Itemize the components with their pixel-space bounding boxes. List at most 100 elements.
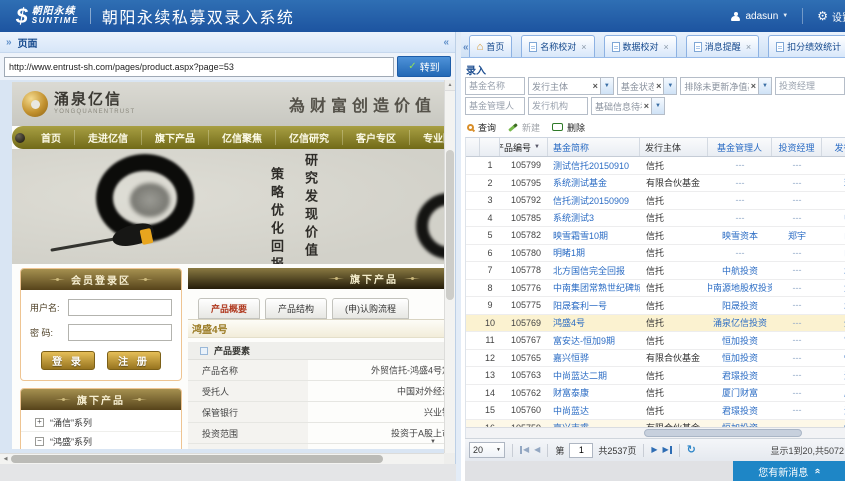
fund-name-link[interactable]: 中南集团常熟世纪碑城 (548, 280, 640, 297)
issuing-org-link[interactable]: 恒加 (822, 420, 845, 428)
fund-manager-link[interactable]: --- (708, 175, 772, 192)
exclude-nav-combo[interactable]: 排除未更新净值基金 × ▼ (680, 77, 772, 95)
fund-manager-link[interactable]: 君璟投资 (708, 402, 772, 419)
fund-manager-link[interactable]: 恒加投资 (708, 332, 772, 349)
scroll-up-icon[interactable]: ▲ (445, 80, 455, 91)
issuing-org-link[interactable]: --- (822, 157, 845, 174)
tree-item-hongsheng-series[interactable]: − “鸿盛”系列 (21, 432, 181, 449)
table-row[interactable]: 12 105765 嘉兴恒骅 有限合伙基金 恒加投资 --- 恒加 (466, 350, 845, 368)
prev-page-button[interactable]: ◀ (534, 446, 540, 454)
tab-scroll-left-icon[interactable]: « (463, 37, 469, 57)
row-select-cell[interactable] (466, 332, 480, 349)
column-fund-manager[interactable]: 基金管理人 (708, 138, 772, 156)
user-menu-button[interactable]: adasun ▼ (731, 11, 788, 22)
select-all-column[interactable] (466, 138, 480, 156)
issuing-org-link[interactable]: 山东 (822, 245, 845, 262)
issuer-subject-combo[interactable]: 发行主体 × ▼ (528, 77, 614, 95)
register-button[interactable]: 注 册 (107, 351, 161, 370)
tab-product-structure[interactable]: 产品结构 (265, 298, 327, 319)
page-number-input[interactable] (569, 443, 593, 458)
table-row[interactable]: 16 105759 嘉兴吉睿 有限合伙基金 恒加投资 --- 恒加 (466, 420, 845, 428)
table-row[interactable]: 4 105785 系统测试3 信托 --- --- 中航 (466, 210, 845, 228)
tab-message-reminder[interactable]: 消息提醒 × (686, 35, 759, 57)
table-row[interactable]: 1 105799 测试信托20150910 信托 --- --- --- (466, 157, 845, 175)
site-nav-research[interactable]: 亿信研究 (276, 130, 343, 145)
column-product-code[interactable]: 产品编号 ▼ (500, 138, 548, 156)
fund-manager-input[interactable] (465, 97, 525, 115)
delete-button[interactable]: 删除 (552, 121, 585, 134)
fund-name-link[interactable]: 系统测试基金 (548, 175, 640, 192)
investment-manager-input[interactable] (775, 77, 845, 95)
clear-icon[interactable]: × (591, 82, 600, 91)
fund-manager-link[interactable]: 恒加投资 (708, 350, 772, 367)
close-icon[interactable]: × (581, 42, 586, 52)
chevron-down-icon[interactable]: ▼ (663, 78, 676, 94)
issuing-org-link[interactable]: 渤海 (822, 402, 845, 419)
fund-name-input[interactable] (465, 77, 525, 95)
fund-name-link[interactable]: 北方国信完全回报 (548, 262, 640, 279)
issuing-org-link[interactable]: 中航 (822, 210, 845, 227)
fund-name-link[interactable]: 明睹1期 (548, 245, 640, 262)
row-select-cell[interactable] (466, 227, 480, 244)
row-select-cell[interactable] (466, 175, 480, 192)
row-select-cell[interactable] (466, 402, 480, 419)
login-button[interactable]: 登 录 (41, 351, 95, 370)
tree-expand-icon[interactable]: + (35, 418, 44, 427)
fund-manager-link[interactable]: 映雪资本 (708, 227, 772, 244)
grid-scroll-thumb[interactable] (644, 429, 802, 437)
url-input[interactable] (4, 57, 394, 77)
settings-button[interactable]: ⚙ 设置 (817, 9, 845, 24)
fund-name-link[interactable]: 财富泰康 (548, 385, 640, 402)
table-row[interactable]: 3 105792 信托测试20150909 信托 --- --- --- (466, 192, 845, 210)
issuing-org-link[interactable]: 恒加 (822, 350, 845, 367)
last-page-button[interactable]: ▶ (663, 446, 672, 454)
row-select-cell[interactable] (466, 192, 480, 209)
fund-manager-link[interactable]: --- (708, 245, 772, 262)
tab-name-check[interactable]: 名称校对 × (521, 35, 594, 57)
page-size-select[interactable]: 20 ▼ (469, 442, 505, 458)
first-page-button[interactable]: ◀ (520, 446, 529, 454)
fund-manager-link[interactable]: --- (708, 210, 772, 227)
site-nav-home[interactable]: 首页 (28, 130, 75, 145)
new-message-notification[interactable]: 您有新消息 « (733, 461, 845, 481)
vertical-scroll-thumb[interactable] (446, 150, 454, 300)
column-issuing-org[interactable]: 发行机构 (822, 138, 845, 156)
fund-manager-link[interactable]: 涌泉亿信投资 (708, 315, 772, 332)
row-select-cell[interactable] (466, 210, 480, 227)
issuing-org-link[interactable]: 爱建 (822, 280, 845, 297)
tab-data-check[interactable]: 数据校对 × (604, 35, 677, 57)
column-issuer-type[interactable]: 发行主体 (640, 138, 708, 156)
clear-icon[interactable]: × (642, 102, 651, 111)
chevron-down-icon[interactable]: ▼ (600, 78, 613, 94)
issuing-org-link[interactable]: 北方 (822, 297, 845, 314)
issuing-org-link[interactable]: 北方 (822, 262, 845, 279)
tree-collapse-icon[interactable]: − (35, 437, 44, 446)
row-select-cell[interactable] (466, 350, 480, 367)
issuing-org-link[interactable]: 渤海 (822, 367, 845, 384)
scroll-down-icon[interactable]: ▼ (430, 439, 436, 445)
column-investment-manager[interactable]: 投资经理 (772, 138, 822, 156)
tab-subscription-process[interactable]: (申)认购流程 (332, 298, 409, 319)
table-row[interactable]: 14 105762 财富泰康 信托 厦门财富 --- 厦门 (466, 385, 845, 403)
row-select-cell[interactable] (466, 157, 480, 174)
site-nav-about[interactable]: 走进亿信 (75, 130, 142, 145)
table-row[interactable]: 13 105763 中尚蓝达二期 信托 君璟投资 --- 渤海 (466, 367, 845, 385)
chevron-down-icon[interactable]: ▼ (651, 98, 664, 114)
fund-name-link[interactable]: 富安达-恒加9期 (548, 332, 640, 349)
fund-name-link[interactable]: 中尚蓝达 (548, 402, 640, 419)
fund-manager-link[interactable]: --- (708, 157, 772, 174)
site-nav-focus[interactable]: 亿信聚焦 (209, 130, 276, 145)
row-select-cell[interactable] (466, 280, 480, 297)
scroll-left-icon[interactable]: ◀ (0, 456, 11, 462)
grid-horizontal-scrollbar[interactable] (466, 427, 845, 438)
table-row[interactable]: 7 105778 北方国信完全回报 信托 中航投资 --- 北方 (466, 262, 845, 280)
fund-name-link[interactable]: 鸿盛4号 (548, 315, 640, 332)
password-field[interactable] (68, 324, 172, 341)
fund-manager-link[interactable]: 君璟投资 (708, 367, 772, 384)
fund-name-link[interactable]: 嘉兴恒骅 (548, 350, 640, 367)
site-vertical-scrollbar[interactable]: ▲ (444, 80, 455, 453)
basic-info-combo[interactable]: 基础信息待补 × ▼ (591, 97, 665, 115)
row-select-cell[interactable] (466, 367, 480, 384)
issuing-org-link[interactable]: 富安 (822, 332, 845, 349)
close-icon[interactable]: × (664, 42, 669, 52)
